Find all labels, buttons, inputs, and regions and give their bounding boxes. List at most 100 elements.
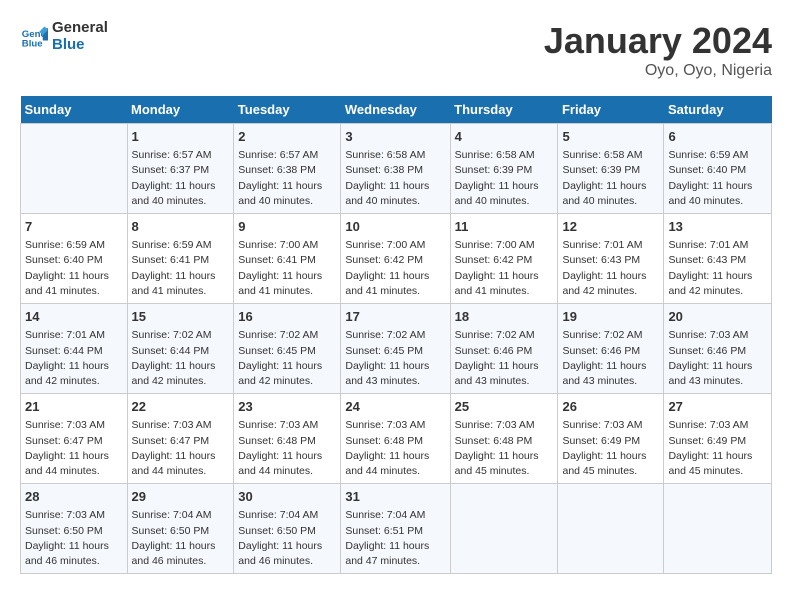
day-info: Sunrise: 6:58 AM Sunset: 6:39 PM Dayligh… — [562, 148, 659, 209]
day-info: Sunrise: 6:57 AM Sunset: 6:37 PM Dayligh… — [132, 148, 230, 209]
table-row: 11 Sunrise: 7:00 AM Sunset: 6:42 PM Dayli… — [450, 214, 558, 304]
day-info: Sunrise: 6:59 AM Sunset: 6:40 PM Dayligh… — [668, 148, 767, 209]
day-info: Sunrise: 7:02 AM Sunset: 6:44 PM Dayligh… — [132, 328, 230, 389]
table-row: 13 Sunrise: 7:01 AM Sunset: 6:43 PM Dayli… — [664, 214, 772, 304]
table-row: 5 Sunrise: 6:58 AM Sunset: 6:39 PM Daylig… — [558, 124, 664, 214]
table-row: 25Sunrise: 7:03 AM Sunset: 6:48 PM Dayli… — [450, 394, 558, 484]
table-row: 22Sunrise: 7:03 AM Sunset: 6:47 PM Dayli… — [127, 394, 234, 484]
day-info: Sunrise: 7:03 AM Sunset: 6:48 PM Dayligh… — [238, 418, 336, 479]
table-row: 8 Sunrise: 6:59 AM Sunset: 6:41 PM Daylig… — [127, 214, 234, 304]
table-row: 3 Sunrise: 6:58 AM Sunset: 6:38 PM Daylig… — [341, 124, 450, 214]
table-row: 14 Sunrise: 7:01 AM Sunset: 6:44 PM Dayli… — [21, 304, 128, 394]
table-row: 6 Sunrise: 6:59 AM Sunset: 6:40 PM Daylig… — [664, 124, 772, 214]
table-row: 7 Sunrise: 6:59 AM Sunset: 6:40 PM Daylig… — [21, 214, 128, 304]
day-info: Sunrise: 7:03 AM Sunset: 6:49 PM Dayligh… — [562, 418, 659, 479]
day-number: 29 — [132, 488, 230, 506]
day-info: Sunrise: 7:03 AM Sunset: 6:46 PM Dayligh… — [668, 328, 767, 389]
day-number: 3 — [345, 128, 445, 146]
day-info: Sunrise: 7:01 AM Sunset: 6:43 PM Dayligh… — [668, 238, 767, 299]
table-row: 23 Sunrise: 7:03 AM Sunset: 6:48 PM Dayli… — [234, 394, 341, 484]
table-row: 30Sunrise: 7:04 AM Sunset: 6:50 PM Dayli… — [234, 484, 341, 574]
col-thursday: Thursday — [450, 96, 558, 124]
day-info: Sunrise: 7:01 AM Sunset: 6:44 PM Dayligh… — [25, 328, 123, 389]
table-row: 29 Sunrise: 7:04 AM Sunset: 6:50 PM Dayli… — [127, 484, 234, 574]
day-number: 5 — [562, 128, 659, 146]
day-number: 2 — [238, 128, 336, 146]
day-number: 20 — [668, 308, 767, 326]
col-saturday: Saturday — [664, 96, 772, 124]
day-number: 1 — [132, 128, 230, 146]
day-info: Sunrise: 7:02 AM Sunset: 6:45 PM Dayligh… — [345, 328, 445, 389]
day-number: 8 — [132, 218, 230, 236]
table-row: 10Sunrise: 7:00 AM Sunset: 6:42 PM Dayli… — [341, 214, 450, 304]
day-number: 31 — [345, 488, 445, 506]
table-row: 31 Sunrise: 7:04 AM Sunset: 6:51 PM Dayli… — [341, 484, 450, 574]
day-info: Sunrise: 6:57 AM Sunset: 6:38 PM Dayligh… — [238, 148, 336, 209]
table-row: 19Sunrise: 7:02 AM Sunset: 6:46 PM Dayli… — [558, 304, 664, 394]
day-info: Sunrise: 7:00 AM Sunset: 6:42 PM Dayligh… — [345, 238, 445, 299]
calendar-table: Sunday Monday Tuesday Wednesday Thursday… — [20, 96, 772, 574]
day-info: Sunrise: 7:00 AM Sunset: 6:42 PM Dayligh… — [455, 238, 554, 299]
table-row: 20 Sunrise: 7:03 AM Sunset: 6:46 PM Dayli… — [664, 304, 772, 394]
day-number: 21 — [25, 398, 123, 416]
day-info: Sunrise: 6:59 AM Sunset: 6:40 PM Dayligh… — [25, 238, 123, 299]
day-info: Sunrise: 7:04 AM Sunset: 6:50 PM Dayligh… — [132, 508, 230, 569]
day-number: 11 — [455, 218, 554, 236]
logo: General Blue GeneralBlue — [20, 20, 108, 53]
calendar-week-row: 1 Sunrise: 6:57 AM Sunset: 6:37 PM Daylig… — [21, 124, 772, 214]
day-number: 15 — [132, 308, 230, 326]
day-number: 12 — [562, 218, 659, 236]
day-number: 19 — [562, 308, 659, 326]
table-row: 24Sunrise: 7:03 AM Sunset: 6:48 PM Dayli… — [341, 394, 450, 484]
day-number: 6 — [668, 128, 767, 146]
day-info: Sunrise: 7:02 AM Sunset: 6:45 PM Dayligh… — [238, 328, 336, 389]
day-number: 16 — [238, 308, 336, 326]
day-number: 7 — [25, 218, 123, 236]
table-row: 17 Sunrise: 7:02 AM Sunset: 6:45 PM Dayli… — [341, 304, 450, 394]
day-number: 23 — [238, 398, 336, 416]
col-wednesday: Wednesday — [341, 96, 450, 124]
table-row: 26 Sunrise: 7:03 AM Sunset: 6:49 PM Dayli… — [558, 394, 664, 484]
day-number: 22 — [132, 398, 230, 416]
table-row — [664, 484, 772, 574]
day-number: 30 — [238, 488, 336, 506]
table-row: 21 Sunrise: 7:03 AM Sunset: 6:47 PM Dayli… — [21, 394, 128, 484]
calendar-week-row: 21 Sunrise: 7:03 AM Sunset: 6:47 PM Dayli… — [21, 394, 772, 484]
sub-title: Oyo, Oyo, Nigeria — [544, 62, 772, 80]
table-row: 12Sunrise: 7:01 AM Sunset: 6:43 PM Dayli… — [558, 214, 664, 304]
table-row: 1 Sunrise: 6:57 AM Sunset: 6:37 PM Daylig… — [127, 124, 234, 214]
table-row: 16 Sunrise: 7:02 AM Sunset: 6:45 PM Dayli… — [234, 304, 341, 394]
day-number: 14 — [25, 308, 123, 326]
day-number: 27 — [668, 398, 767, 416]
page-header: General Blue GeneralBlue January 2024 Oy… — [20, 20, 772, 80]
day-info: Sunrise: 7:02 AM Sunset: 6:46 PM Dayligh… — [455, 328, 554, 389]
day-number: 18 — [455, 308, 554, 326]
svg-text:Blue: Blue — [22, 38, 43, 49]
day-info: Sunrise: 6:59 AM Sunset: 6:41 PM Dayligh… — [132, 238, 230, 299]
day-number: 17 — [345, 308, 445, 326]
day-number: 28 — [25, 488, 123, 506]
logo-text: GeneralBlue — [52, 20, 108, 53]
day-number: 13 — [668, 218, 767, 236]
day-number: 26 — [562, 398, 659, 416]
table-row: 4Sunrise: 6:58 AM Sunset: 6:39 PM Daylig… — [450, 124, 558, 214]
day-info: Sunrise: 6:58 AM Sunset: 6:39 PM Dayligh… — [455, 148, 554, 209]
table-row: 28Sunrise: 7:03 AM Sunset: 6:50 PM Dayli… — [21, 484, 128, 574]
day-info: Sunrise: 7:04 AM Sunset: 6:51 PM Dayligh… — [345, 508, 445, 569]
calendar-header-row: Sunday Monday Tuesday Wednesday Thursday… — [21, 96, 772, 124]
title-block: January 2024 Oyo, Oyo, Nigeria — [544, 20, 772, 80]
day-number: 9 — [238, 218, 336, 236]
day-info: Sunrise: 7:00 AM Sunset: 6:41 PM Dayligh… — [238, 238, 336, 299]
logo-icon: General Blue — [20, 23, 48, 51]
day-info: Sunrise: 7:03 AM Sunset: 6:47 PM Dayligh… — [25, 418, 123, 479]
col-tuesday: Tuesday — [234, 96, 341, 124]
day-info: Sunrise: 7:03 AM Sunset: 6:49 PM Dayligh… — [668, 418, 767, 479]
day-info: Sunrise: 7:03 AM Sunset: 6:48 PM Dayligh… — [455, 418, 554, 479]
day-info: Sunrise: 6:58 AM Sunset: 6:38 PM Dayligh… — [345, 148, 445, 209]
table-row — [558, 484, 664, 574]
col-friday: Friday — [558, 96, 664, 124]
calendar-week-row: 28Sunrise: 7:03 AM Sunset: 6:50 PM Dayli… — [21, 484, 772, 574]
col-sunday: Sunday — [21, 96, 128, 124]
calendar-week-row: 14 Sunrise: 7:01 AM Sunset: 6:44 PM Dayli… — [21, 304, 772, 394]
table-row — [450, 484, 558, 574]
